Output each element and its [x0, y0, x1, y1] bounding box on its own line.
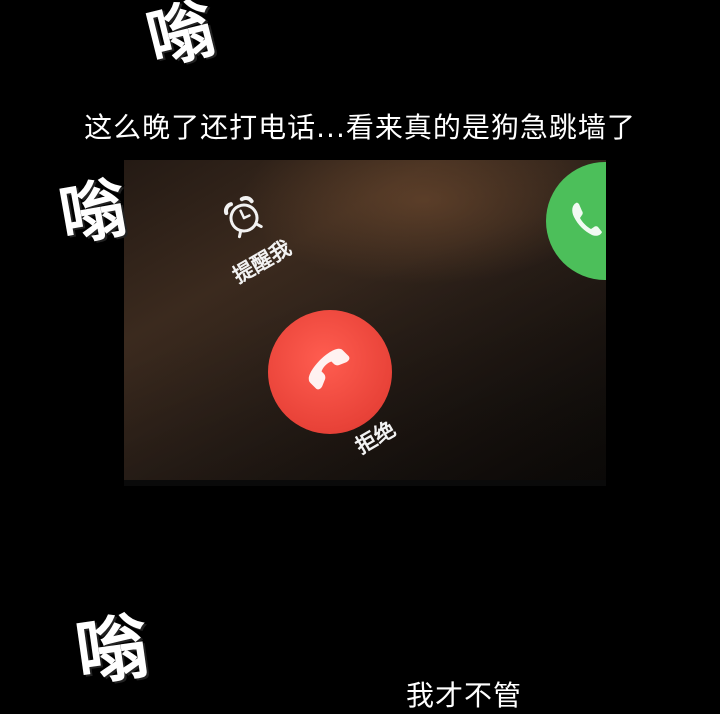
sound-effect-weng-2: 嗡: [52, 167, 133, 257]
phone-icon: [570, 199, 604, 243]
phone-hangup-icon: [295, 335, 365, 409]
alarm-clock-icon[interactable]: [217, 190, 272, 247]
accept-call-button[interactable]: [546, 162, 606, 280]
caption-top: 这么晚了还打电话...看来真的是狗急跳墙了: [84, 111, 636, 144]
caption-bottom: 我才不管: [406, 679, 523, 712]
sound-effect-weng-3: 嗡: [69, 602, 155, 698]
incoming-call-screen: 提醒我 拒绝: [124, 160, 606, 486]
sound-effect-weng-1: 嗡: [138, 0, 224, 81]
decline-call-button[interactable]: [268, 310, 392, 434]
